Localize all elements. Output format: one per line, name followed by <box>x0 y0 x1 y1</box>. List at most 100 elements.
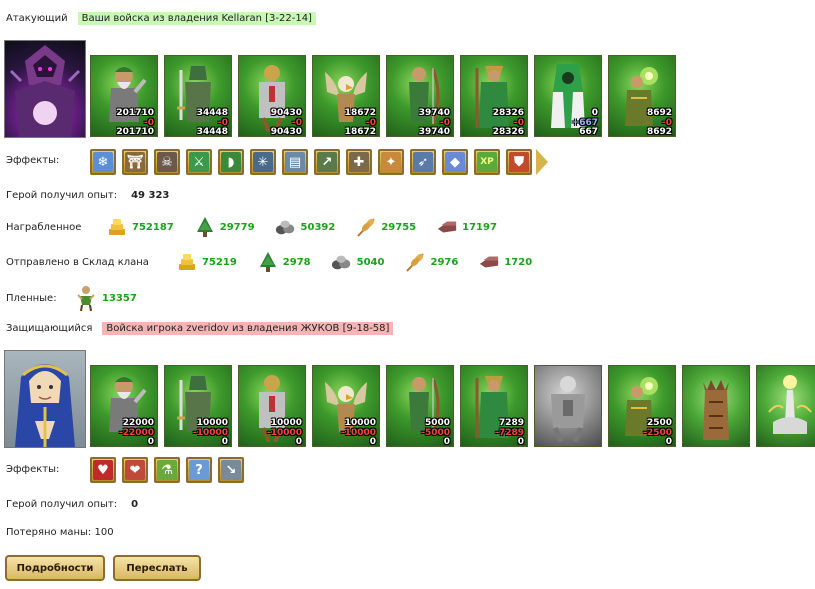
defender-unit-shaman[interactable]: 2500 -2500 0 <box>608 365 676 447</box>
loot-row: Награбленное 752187 29779 50392 29755 17197 <box>6 216 497 238</box>
defender-effect-blade-icon[interactable]: ↘ <box>218 457 244 483</box>
defender-xp-label: Герой получил опыт: <box>6 499 118 510</box>
defender-unit-tower[interactable] <box>682 365 750 447</box>
resource-value: 29755 <box>381 221 417 233</box>
attacker-effect-gate-icon[interactable]: ⛩ <box>122 149 148 175</box>
resource-value: 50392 <box>300 221 336 233</box>
resource-wheat: 2976 <box>404 251 458 273</box>
unit-remaining: 28326 <box>492 127 524 137</box>
resource-wheat: 29755 <box>355 216 416 238</box>
attacker-effects-label: Эффекты: <box>6 155 60 166</box>
resource-value: 2976 <box>430 256 459 268</box>
attacker-header: Атакующий Ваши войска из владения Kellar… <box>6 12 316 25</box>
attacker-effect-gem-icon[interactable]: ◆ <box>442 149 468 175</box>
unit-count: 5000 <box>424 418 450 428</box>
resource-wood: 29779 <box>194 216 255 238</box>
resource-stone: 5040 <box>331 251 384 273</box>
resource-value: 752187 <box>132 221 174 233</box>
attacker-unit-griffin[interactable]: 18672 -0 18672 <box>312 55 380 137</box>
defender-effect-heart-icon[interactable]: ♥ <box>90 457 116 483</box>
defender-unit-knight[interactable]: 10000 -10000 0 <box>238 365 306 447</box>
resource-value: 75219 <box>202 256 237 268</box>
attacker-effect-shield-icon[interactable]: ⛊ <box>506 149 532 175</box>
resource-value: 17197 <box>462 221 497 233</box>
details-button[interactable]: Подробности <box>5 555 105 581</box>
attacker-xp-row: Герой получил опыт: 49 323 <box>6 190 169 201</box>
attacker-unit-swordsman[interactable]: 34448 -0 34448 <box>164 55 232 137</box>
attacker-unit-shaman[interactable]: 8692 -0 8692 <box>608 55 676 137</box>
resource-gold: 75219 <box>176 251 237 273</box>
unit-count: 90430 <box>270 108 302 118</box>
defender-xp-value: 0 <box>131 499 139 510</box>
unit-remaining: 8692 <box>646 127 672 137</box>
unit-count: 39740 <box>418 108 450 118</box>
sent-row: Отправлено в Склад клана 75219 2978 5040 29… <box>6 251 532 273</box>
attacker-unit-green-mage[interactable]: 0 +667 667 <box>534 55 602 137</box>
attacker-effect-rune-icon[interactable]: ✦ <box>378 149 404 175</box>
defender-effect-question-icon[interactable]: ? <box>186 457 212 483</box>
effects-next-arrow-icon[interactable] <box>536 149 548 175</box>
prisoners-row: Пленные: 13357 <box>6 285 137 311</box>
iron-icon <box>478 251 500 273</box>
stone-icon <box>275 216 297 238</box>
forward-button[interactable]: Переслать <box>113 555 201 581</box>
resource-value: 1720 <box>504 256 533 268</box>
attacker-effect-ice-icon[interactable]: ❄ <box>90 149 116 175</box>
stone-golem-icon <box>545 372 591 443</box>
unit-remaining: 0 <box>147 437 154 447</box>
attacker-xp-value: 49 323 <box>131 190 170 201</box>
attacker-unit-druid[interactable]: 28326 -0 28326 <box>460 55 528 137</box>
iron-icon <box>436 216 458 238</box>
defender-effect-potion-icon[interactable]: ⚗ <box>154 457 180 483</box>
unit-count: 34448 <box>196 108 228 118</box>
druid-icon <box>471 62 517 132</box>
defender-effects-label-row: Эффекты: <box>6 464 59 475</box>
swordsman-icon <box>175 62 221 132</box>
stone-icon <box>331 251 353 273</box>
attacker-effect-shield-cross-icon[interactable]: ✚ <box>346 149 372 175</box>
defender-effects-row: ♥ ❤ ⚗? ↘ <box>90 457 244 483</box>
prisoners-label: Пленные: <box>6 292 57 304</box>
attacker-unit-dwarf[interactable]: 201710 -0 201710 <box>90 55 158 137</box>
attacker-effect-spear-icon[interactable]: ↗ <box>314 149 340 175</box>
prisoners-value: 13357 <box>102 292 137 304</box>
defender-hero-portrait[interactable] <box>4 350 86 448</box>
unit-count: 10000 <box>344 418 376 428</box>
attacker-effect-bow-icon[interactable]: ◗ <box>218 149 244 175</box>
defender-unit-griffin[interactable]: 10000 -10000 0 <box>312 365 380 447</box>
gold-icon <box>106 216 128 238</box>
attacker-effects-row: ❄ ⛩ ☠ ⚔ ◗ ✳ ▤ ↗ ✚ ✦ ➶ ◆ XP ⛊ <box>90 149 548 175</box>
resource-iron: 1720 <box>478 251 532 273</box>
attacker-effect-xp-icon[interactable]: XP <box>474 149 500 175</box>
attacker-effect-sword-icon[interactable]: ⚔ <box>186 149 212 175</box>
unit-count: 2500 <box>646 418 672 428</box>
defender-unit-archer[interactable]: 5000 -5000 0 <box>386 365 454 447</box>
defender-unit-swordsman[interactable]: 10000 -10000 0 <box>164 365 232 447</box>
knight-icon <box>249 62 295 133</box>
archer-icon <box>397 62 443 132</box>
attacker-xp-label: Герой получил опыт: <box>6 190 118 201</box>
unit-count: 201710 <box>116 108 154 118</box>
unit-count: 18672 <box>344 108 376 118</box>
unit-remaining: 39740 <box>418 127 450 137</box>
attacker-effect-arrows-icon[interactable]: ➶ <box>410 149 436 175</box>
defender-unit-stone-golem[interactable] <box>534 365 602 447</box>
loot-label: Награбленное <box>6 221 82 233</box>
attacker-effect-skull-icon[interactable]: ☠ <box>154 149 180 175</box>
attacker-effect-web-icon[interactable]: ✳ <box>250 149 276 175</box>
defender-unit-druid[interactable]: 7289 -7289 0 <box>460 365 528 447</box>
attacker-unit-knight[interactable]: 90430 -0 90430 <box>238 55 306 137</box>
sent-resources: 75219 2978 5040 2976 1720 <box>176 251 532 273</box>
attacker-unit-archer[interactable]: 39740 -0 39740 <box>386 55 454 137</box>
defender-effect-heart-hand-icon[interactable]: ❤ <box>122 457 148 483</box>
defender-unit-dwarf[interactable]: 22000 -22000 0 <box>90 365 158 447</box>
resource-iron: 17197 <box>436 216 497 238</box>
resource-gold: 752187 <box>106 216 174 238</box>
gold-icon <box>176 251 198 273</box>
resource-value: 2978 <box>282 256 311 268</box>
attacker-hero-portrait[interactable] <box>4 40 86 138</box>
unit-remaining: 0 <box>369 437 376 447</box>
attacker-effect-barrel-icon[interactable]: ▤ <box>282 149 308 175</box>
unit-count: 0 <box>591 108 598 118</box>
defender-unit-altar[interactable] <box>756 365 815 447</box>
